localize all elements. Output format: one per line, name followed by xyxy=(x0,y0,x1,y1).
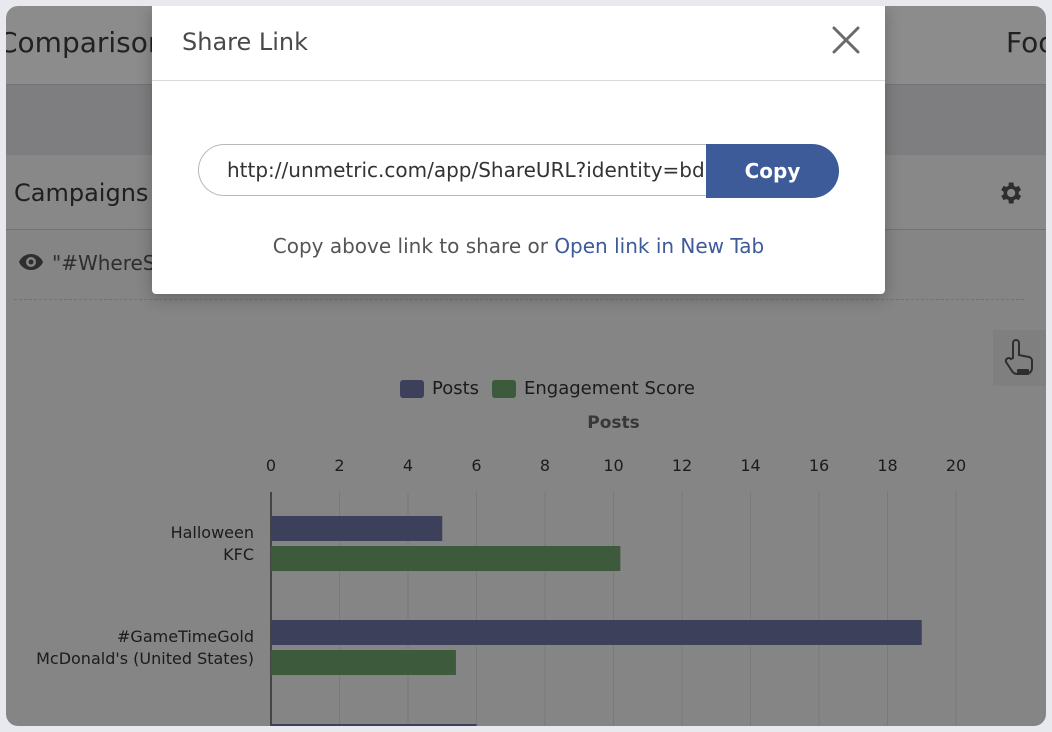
app-frame: Comparison Foo Campaigns E "#WhereS Post… xyxy=(6,6,1046,726)
modal-title: Share Link xyxy=(182,28,309,56)
modal-header: Share Link xyxy=(152,6,885,81)
share-url-input[interactable] xyxy=(198,144,708,196)
share-url-group: Copy xyxy=(198,144,839,198)
copy-button[interactable]: Copy xyxy=(706,144,839,198)
share-link-modal: Share Link Copy Copy above link to share… xyxy=(152,6,885,294)
open-link-new-tab[interactable]: Open link in New Tab xyxy=(554,234,764,258)
helper-label: Copy above link to share or xyxy=(272,234,555,258)
close-icon[interactable] xyxy=(830,24,862,56)
helper-text: Copy above link to share or Open link in… xyxy=(152,234,885,258)
